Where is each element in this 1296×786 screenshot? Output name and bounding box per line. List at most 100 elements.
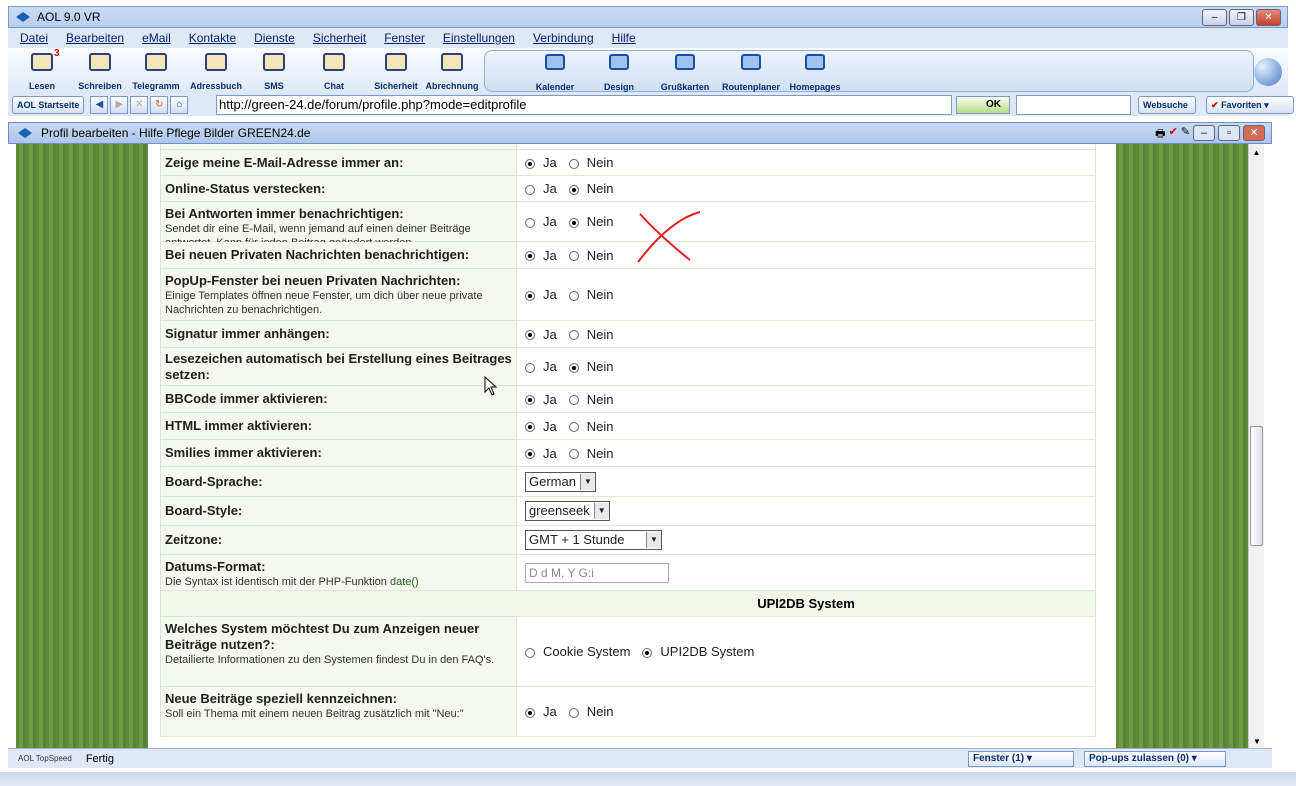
radio-icon[interactable] [525, 707, 535, 718]
menu-item-fenster[interactable]: Fenster [384, 31, 425, 45]
scrollbar-thumb[interactable] [1250, 426, 1263, 546]
toolbar-grußkarten-button[interactable]: Grußkarten [655, 51, 715, 93]
radio-option-1[interactable]: Ja [525, 248, 557, 263]
radio-option-2[interactable]: Nein [568, 287, 613, 302]
stop-icon[interactable]: ✕ [130, 96, 149, 114]
vertical-scrollbar[interactable]: ▲ ▼ [1248, 144, 1264, 748]
minimize-button[interactable]: – [1202, 9, 1227, 26]
forward-icon[interactable]: ▶ [110, 96, 129, 114]
sprache-select[interactable]: German ▼ [525, 471, 596, 492]
radio-option-2[interactable]: Nein [568, 327, 613, 342]
scroll-down-icon[interactable]: ▼ [1249, 737, 1265, 746]
toolbar-adressbuch-button[interactable]: Adressbuch [186, 50, 246, 92]
radio-icon[interactable] [568, 362, 579, 373]
radio-option-1[interactable]: Ja [525, 704, 557, 719]
toolbar-kalender-button[interactable]: Kalender [525, 51, 585, 93]
radio-option-1[interactable]: Ja [525, 214, 557, 229]
aol-arrow-icon[interactable] [1254, 58, 1282, 86]
address-input[interactable]: http://green-24.de/forum/profile.php?mod… [216, 95, 952, 115]
radio-icon[interactable] [525, 647, 535, 658]
radio-option-2[interactable]: Nein [568, 359, 613, 374]
radio-icon[interactable] [568, 449, 579, 459]
menu-item-dienste[interactable]: Dienste [254, 31, 295, 45]
radio-icon[interactable] [568, 330, 579, 340]
print-icon[interactable]: 🖶 [1155, 125, 1165, 141]
radio-option-2[interactable]: Nein [568, 704, 613, 719]
radio-icon[interactable] [525, 158, 535, 169]
radio-option-1[interactable]: Ja [525, 287, 557, 302]
zeitzone-select[interactable]: GMT + 1 Stunde ▼ [525, 530, 662, 550]
style-select[interactable]: greenseek ▼ [525, 501, 610, 521]
menu-item-kontakte[interactable]: Kontakte [189, 31, 236, 45]
spellcheck-icon[interactable]: ✔ [1169, 125, 1178, 141]
toolbar-sicherheit-button[interactable]: Sicherheit [366, 50, 426, 92]
radio-option-1[interactable]: Ja [525, 359, 557, 374]
radio-option-2[interactable]: Nein [568, 214, 613, 229]
radio-icon[interactable] [525, 184, 535, 195]
radio-icon[interactable] [568, 290, 579, 301]
radio-icon[interactable] [642, 647, 653, 658]
radio-icon[interactable] [568, 217, 579, 228]
toolbar-schreiben-button[interactable]: Schreiben [70, 50, 130, 92]
keyword-icon[interactable]: ✎ [1181, 125, 1190, 141]
websuche-button[interactable]: Websuche [1138, 96, 1196, 114]
radio-option-1[interactable]: Ja [525, 392, 557, 407]
radio-option-2[interactable]: Nein [568, 181, 613, 196]
radio-option-1[interactable]: Ja [525, 419, 557, 434]
toolbar-telegramm-button[interactable]: Telegramm [126, 50, 186, 92]
aol-startseite-button[interactable]: AOL Startseite [12, 96, 85, 114]
toolbar-chat-button[interactable]: Chat [304, 50, 364, 92]
radio-option-2[interactable]: Nein [568, 392, 613, 407]
radio-option-2[interactable]: Nein [568, 419, 613, 434]
radio-icon[interactable] [525, 330, 535, 340]
radio-option-1[interactable]: Ja [525, 155, 557, 170]
restore-inner-button[interactable]: ▫ [1218, 125, 1240, 141]
radio-icon[interactable] [525, 422, 535, 432]
menu-item-einstellungen[interactable]: Einstellungen [443, 31, 515, 45]
radio-icon[interactable] [568, 251, 579, 261]
datum-input[interactable]: D d M, Y G:i [525, 562, 669, 583]
radio-option-2[interactable]: Nein [568, 155, 613, 170]
radio-icon[interactable] [525, 217, 535, 228]
popups-dropdown[interactable]: Pop-ups zulassen (0) ▾ [1084, 751, 1226, 767]
date-link[interactable]: date() [390, 576, 419, 588]
radio-option-1[interactable]: Ja [525, 181, 557, 196]
restore-button[interactable]: ❐ [1229, 9, 1254, 26]
search-input[interactable] [1016, 95, 1131, 115]
close-inner-button[interactable]: ✕ [1243, 125, 1265, 141]
menu-item-sicherheit[interactable]: Sicherheit [313, 31, 366, 45]
favoriten-button[interactable]: ✔ Favoriten ▾ [1206, 96, 1294, 114]
radio-option-1[interactable]: Ja [525, 327, 557, 342]
radio-option-1[interactable]: Cookie System [525, 644, 630, 659]
reload-icon[interactable]: ↻ [150, 96, 169, 114]
radio-icon[interactable] [525, 449, 535, 459]
toolbar-routenplaner-button[interactable]: Routenplaner [721, 51, 781, 93]
menu-item-email[interactable]: eMail [142, 31, 171, 45]
radio-icon[interactable] [568, 707, 579, 718]
menu-item-datei[interactable]: Datei [20, 31, 48, 45]
radio-icon[interactable] [525, 362, 535, 373]
radio-option-2[interactable]: Nein [568, 446, 613, 461]
radio-icon[interactable] [568, 422, 579, 432]
menu-item-bearbeiten[interactable]: Bearbeiten [66, 31, 124, 45]
menu-item-verbindung[interactable]: Verbindung [533, 31, 594, 45]
toolbar-abrechnung-button[interactable]: Abrechnung [422, 50, 482, 92]
menu-item-hilfe[interactable]: Hilfe [612, 31, 636, 45]
radio-option-2[interactable]: Nein [568, 248, 613, 263]
toolbar-lesen-button[interactable]: Lesen 3 [12, 48, 72, 92]
radio-icon[interactable] [525, 251, 535, 261]
radio-icon[interactable] [568, 158, 579, 169]
radio-option-1[interactable]: Ja [525, 446, 557, 461]
radio-icon[interactable] [568, 184, 579, 195]
back-icon[interactable]: ◀ [90, 96, 109, 114]
toolbar-homepages-button[interactable]: Homepages [785, 51, 845, 93]
fenster-dropdown[interactable]: Fenster (1) ▾ [968, 751, 1074, 767]
toolbar-sms-button[interactable]: SMS [244, 50, 304, 92]
radio-icon[interactable] [568, 395, 579, 405]
toolbar-design-button[interactable]: Design [589, 51, 649, 93]
radio-icon[interactable] [525, 290, 535, 301]
close-button[interactable]: ✕ [1256, 9, 1281, 26]
radio-option-2[interactable]: UPI2DB System [642, 644, 754, 659]
radio-icon[interactable] [525, 395, 535, 405]
home-icon[interactable]: ⌂ [170, 96, 189, 114]
